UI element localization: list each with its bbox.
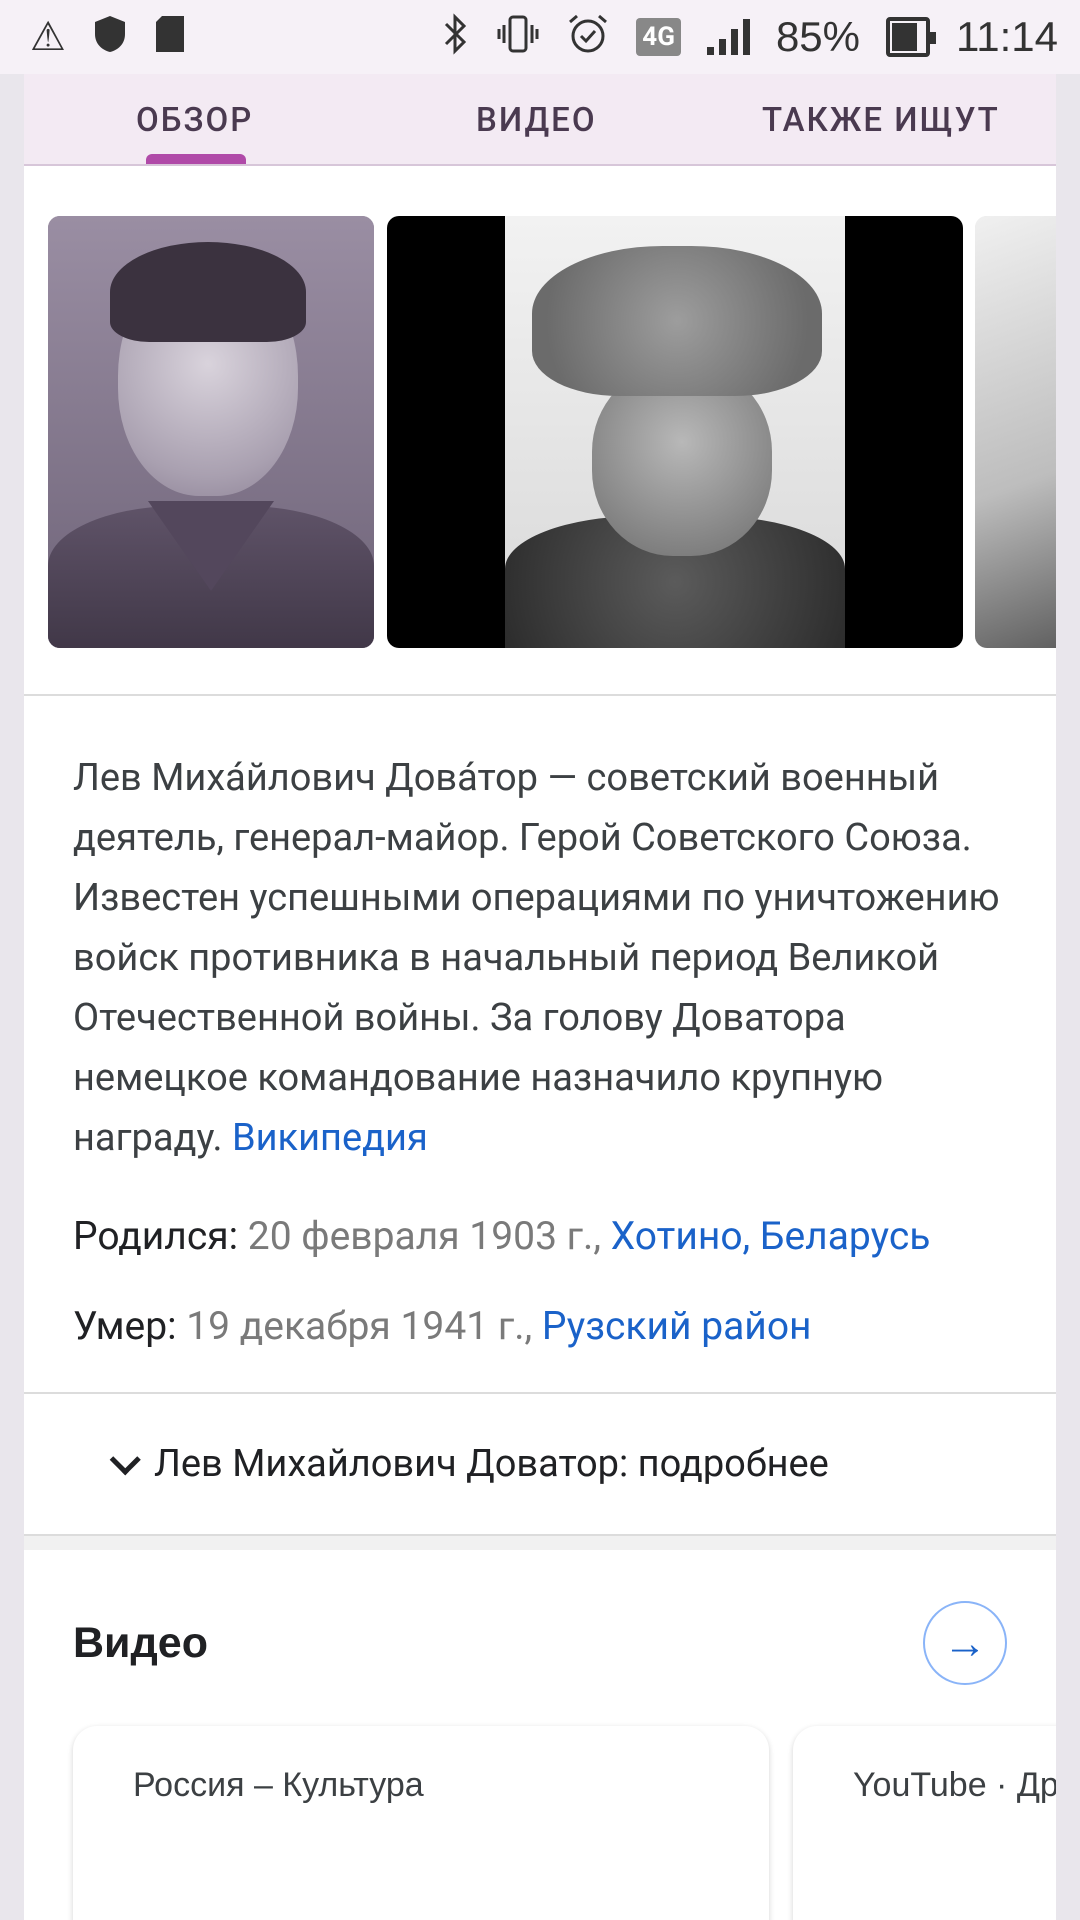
shield-icon [92, 14, 128, 61]
description-text: Лев Миха́йлович Дова́тор — советский вое… [73, 756, 1000, 1160]
fact-died-place-link[interactable]: Рузский район [542, 1303, 812, 1349]
video-more-button[interactable]: → [923, 1601, 1007, 1685]
video-section-title: Видео [73, 1618, 208, 1667]
fact-born-place-link[interactable]: Хотино, Беларусь [611, 1213, 931, 1259]
fact-born-date: 20 февраля 1903 г., [247, 1213, 601, 1259]
arrow-right-icon: → [943, 1617, 987, 1669]
video-card[interactable]: Россия – Культура [73, 1726, 769, 1920]
alarm-icon [566, 12, 610, 63]
section-gap [24, 1536, 1056, 1550]
status-bar: ⚠ 4G 85% 11:14 [0, 0, 1080, 74]
tab-overview[interactable]: ОБЗОР [136, 74, 253, 166]
active-tab-indicator [146, 154, 246, 164]
portrait-image-3[interactable] [975, 216, 1056, 648]
network-badge: 4G [636, 18, 681, 56]
description: Лев Миха́йлович Дова́тор — советский вое… [24, 696, 1056, 1168]
video-source: YouTube · Дру [853, 1766, 1056, 1804]
clock: 11:14 [956, 13, 1058, 60]
tab-bar: ОБЗОР ВИДЕО ТАКЖЕ ИЩУТ [24, 74, 1056, 166]
battery-icon [886, 17, 936, 57]
wikipedia-link[interactable]: Википедия [232, 1116, 428, 1160]
chevron-down-icon [109, 1444, 141, 1476]
video-header: Видео → [73, 1600, 1007, 1686]
tab-videos[interactable]: ВИДЕО [476, 74, 597, 166]
fact-born: Родился: 20 февраля 1903 г., Хотино, Бел… [24, 1206, 1056, 1266]
status-right: 4G 85% 11:14 [442, 12, 1058, 63]
image-carousel[interactable] [24, 166, 1056, 696]
signal-icon [706, 19, 750, 55]
video-card[interactable]: YouTube · Дру [793, 1726, 1056, 1920]
fact-died: Умер: 19 декабря 1941 г., Рузский район [24, 1296, 1056, 1356]
bluetooth-icon [442, 12, 470, 62]
video-source: Россия – Культура [133, 1766, 424, 1804]
sd-card-icon [154, 14, 186, 61]
battery-percent: 85% [775, 13, 860, 60]
expand-more-button[interactable]: Лев Михайлович Доватор: подробнее [24, 1392, 1056, 1536]
fact-died-date: 19 декабря 1941 г., [186, 1303, 533, 1349]
warning-icon: ⚠ [30, 13, 66, 60]
fact-born-label: Родился: [73, 1213, 239, 1259]
fact-died-label: Умер: [73, 1303, 177, 1349]
status-left: ⚠ [30, 14, 186, 61]
video-carousel[interactable]: Россия – Культура YouTube · Дру [73, 1726, 1056, 1920]
knowledge-panel: ОБЗОР ВИДЕО ТАКЖЕ ИЩУТ Лев Миха́йлович Д… [24, 74, 1056, 1920]
expand-label: Лев Михайлович Доватор: подробнее [154, 1442, 829, 1486]
portrait-image-2[interactable] [387, 216, 963, 648]
vibrate-icon [496, 13, 540, 62]
video-section: Видео → Россия – Культура YouTube · Дру [24, 1550, 1056, 1920]
portrait-image-1[interactable] [48, 216, 374, 648]
tab-also-searched[interactable]: ТАКЖЕ ИЩУТ [762, 74, 1000, 166]
